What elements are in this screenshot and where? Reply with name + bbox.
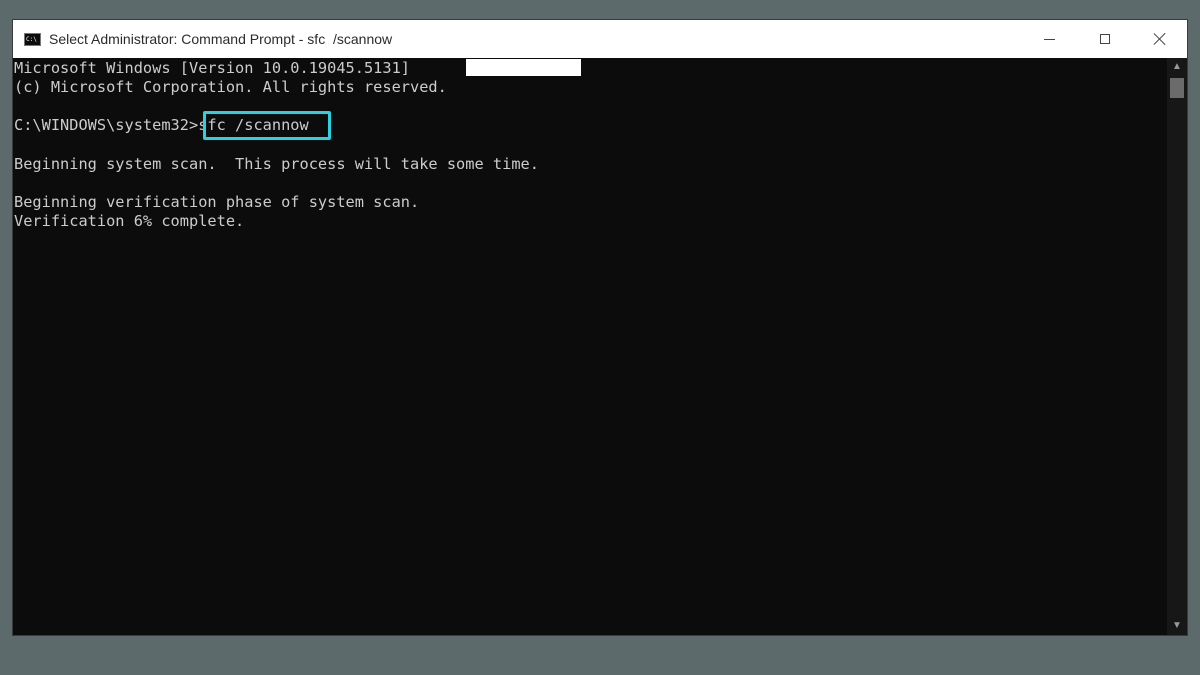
maximize-button[interactable] — [1077, 20, 1132, 58]
scroll-down-arrow-icon[interactable]: ▼ — [1167, 617, 1187, 635]
command-prompt-window[interactable]: C:\ Select Administrator: Command Prompt… — [12, 19, 1188, 636]
cmd-icon: C:\ — [24, 32, 41, 46]
command-highlight-box — [203, 111, 331, 140]
scroll-up-arrow-icon[interactable]: ▲ — [1167, 58, 1187, 76]
console-line-version: Microsoft Windows [Version 10.0.19045.51… — [14, 59, 411, 77]
close-button[interactable] — [1132, 20, 1187, 58]
redaction-box — [466, 59, 581, 76]
scrollbar-thumb[interactable] — [1170, 78, 1184, 98]
close-icon — [1153, 32, 1167, 46]
maximize-icon — [1099, 34, 1110, 44]
console-line-scan-start: Beginning system scan. This process will… — [14, 155, 539, 173]
window-title: Select Administrator: Command Prompt - s… — [49, 31, 393, 47]
minimize-icon — [1044, 38, 1055, 40]
console-line-verification-progress: Verification 6% complete. — [14, 212, 245, 230]
vertical-scrollbar[interactable]: ▲ ▼ — [1167, 58, 1187, 635]
minimize-button[interactable] — [1022, 20, 1077, 58]
console-output[interactable]: Microsoft Windows [Version 10.0.19045.51… — [13, 58, 1169, 635]
window-controls — [1022, 20, 1187, 58]
title-bar[interactable]: C:\ Select Administrator: Command Prompt… — [13, 20, 1187, 58]
console-line-copyright: (c) Microsoft Corporation. All rights re… — [14, 78, 447, 96]
console-line-verification-phase: Beginning verification phase of system s… — [14, 193, 420, 211]
